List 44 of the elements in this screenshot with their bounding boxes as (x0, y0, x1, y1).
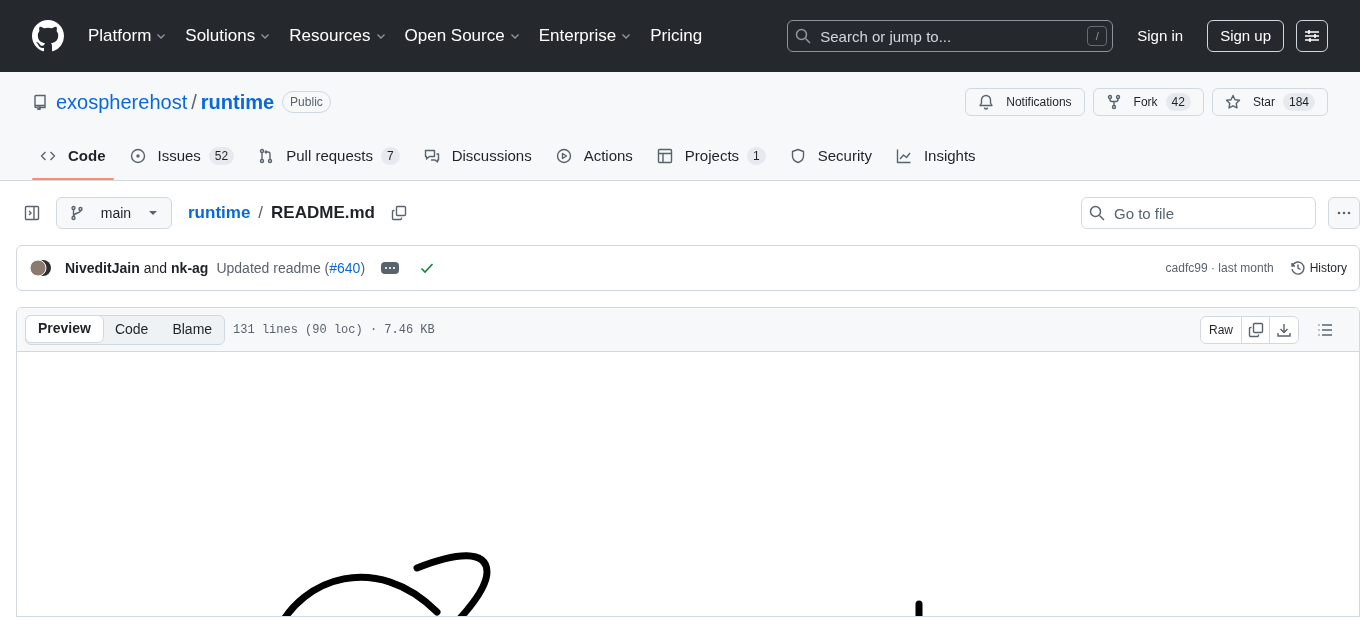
go-to-file-field[interactable]: Go to file (1081, 197, 1316, 229)
counter: 184 (1282, 93, 1315, 111)
sign-up-button[interactable]: Sign up (1207, 20, 1284, 52)
repo-tab[interactable]: Insights (887, 132, 984, 180)
counter: 52 (208, 147, 235, 165)
fork-button[interactable]: Fork 42 (1092, 88, 1204, 116)
view-mode-tab[interactable]: Code (102, 315, 161, 344)
owner-link[interactable]: exospherehost (56, 87, 188, 117)
shortcut-key: / (1087, 26, 1108, 46)
repo-tab[interactable]: Projects 1 (648, 132, 774, 180)
branch-button[interactable]: main (56, 197, 172, 229)
notifications-button[interactable]: Notifications (965, 88, 1085, 116)
counter: 1 (747, 147, 766, 165)
repo-tab[interactable]: Code (32, 132, 114, 180)
nav-menu[interactable]: Resources (289, 23, 387, 49)
view-mode-tab[interactable]: Preview (25, 314, 104, 343)
history-link[interactable]: History (1289, 259, 1347, 277)
file-info: 131 lines (90 loc) · 7.46 KB (233, 321, 435, 339)
view-mode-tab[interactable]: Blame (160, 315, 225, 344)
path-separator: / (191, 90, 197, 115)
star-button[interactable]: Star 184 (1211, 88, 1328, 116)
nav-menu[interactable]: Pricing (650, 23, 703, 49)
repo-tab[interactable]: Discussions (415, 132, 540, 180)
counter: 42 (1165, 93, 1191, 111)
repo-tab[interactable]: Issues 52 (121, 132, 243, 180)
sign-in-link[interactable]: Sign in (1137, 24, 1184, 48)
repo-tab[interactable]: Actions (547, 132, 641, 180)
nav-menu[interactable]: Solutions (185, 23, 272, 49)
nav-menu[interactable]: Enterprise (538, 23, 633, 49)
nav-menu[interactable]: Open Source (404, 23, 521, 49)
repo-name-link[interactable]: runtime (200, 87, 275, 117)
author-link[interactable]: nk-ag (171, 257, 209, 279)
and-text: and (143, 258, 168, 278)
pull-request-link[interactable]: #640 (329, 259, 361, 276)
nav-menu[interactable]: Platform (88, 23, 168, 49)
commit-message: Updated readme (#640) (216, 258, 366, 278)
file-name: README.md (271, 202, 375, 225)
path-separator: / (258, 202, 264, 225)
commit-sha-time: cadfc99 · last month (1165, 260, 1274, 277)
repo-tab[interactable]: Security (781, 132, 880, 180)
repo-tab[interactable]: Pull requests 7 (250, 132, 408, 180)
counter: 7 (380, 147, 400, 165)
breadcrumb-repo-link[interactable]: runtime (188, 200, 251, 226)
author-link[interactable]: NiveditJain (65, 257, 140, 279)
